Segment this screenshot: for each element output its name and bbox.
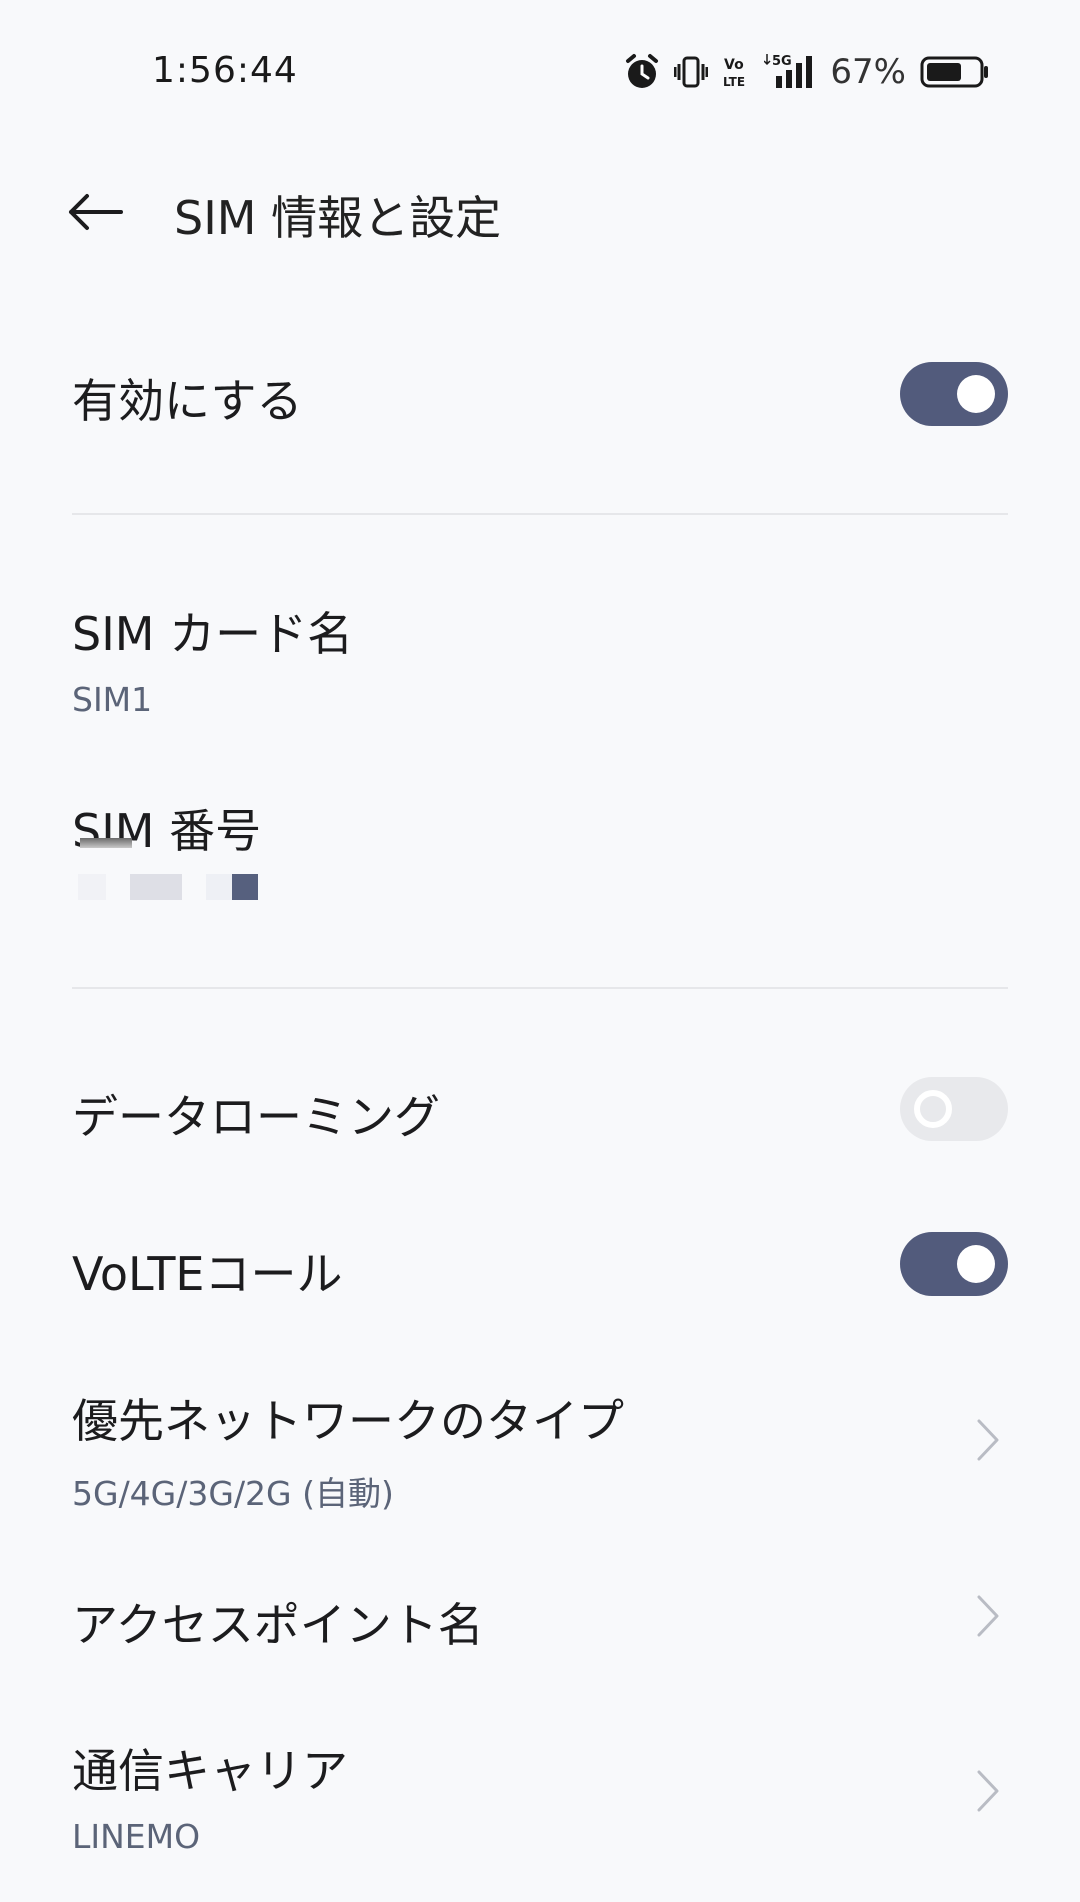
sim-settings-screen: 1:56:44 Vo LTE 5G 67% SIM 情報と設定 有効にする SI… — [0, 0, 1080, 1902]
chevron-right-icon — [968, 1410, 1008, 1470]
volte-call-toggle[interactable] — [900, 1232, 1008, 1296]
apn-row[interactable]: アクセスポイント名 — [72, 1589, 1008, 1655]
status-icons: Vo LTE 5G 67% — [624, 52, 990, 92]
svg-text:Vo: Vo — [724, 57, 744, 73]
sim-number-underline-artifact — [80, 838, 132, 848]
divider — [72, 513, 1008, 515]
toggle-knob — [914, 1090, 952, 1128]
toggle-knob — [957, 375, 995, 413]
app-header: SIM 情報と設定 — [0, 160, 1080, 260]
carrier-label: 通信キャリア — [72, 1744, 348, 1798]
alarm-icon — [624, 53, 660, 91]
signal-5g-icon: 5G — [764, 52, 816, 92]
battery-icon — [920, 54, 990, 90]
enable-toggle[interactable] — [900, 362, 1008, 426]
preferred-network-label: 優先ネットワークのタイプ — [72, 1394, 624, 1448]
volte-call-row[interactable]: VoLTEコール — [72, 1238, 1008, 1304]
data-roaming-label: データローミング — [72, 1090, 440, 1144]
page-title: SIM 情報と設定 — [174, 191, 502, 245]
sim-card-name-label: SIM カード名 — [72, 607, 354, 661]
preferred-network-value: 5G/4G/3G/2G (自動) — [72, 1474, 394, 1513]
chevron-right-icon — [968, 1586, 1008, 1646]
sim-number-row: SIM 番号 — [72, 795, 1008, 861]
carrier-value: LINEMO — [72, 1817, 201, 1856]
battery-percent: 67% — [830, 52, 906, 92]
vibrate-icon — [674, 54, 709, 90]
sim-number-redacted — [78, 874, 258, 900]
arrow-left-icon — [69, 194, 123, 230]
sim-card-name-value: SIM1 — [72, 680, 153, 719]
svg-text:LTE: LTE — [723, 75, 745, 89]
data-roaming-row[interactable]: データローミング — [72, 1081, 1008, 1147]
volte-icon: Vo LTE — [722, 54, 750, 90]
chevron-right-icon — [968, 1761, 1008, 1821]
enable-row[interactable]: 有効にする — [72, 365, 1008, 431]
volte-call-label: VoLTEコール — [72, 1247, 343, 1301]
apn-label: アクセスポイント名 — [72, 1598, 484, 1652]
enable-label: 有効にする — [72, 374, 303, 428]
data-roaming-toggle[interactable] — [900, 1077, 1008, 1141]
status-time: 1:56:44 — [152, 50, 298, 91]
toggle-knob — [957, 1245, 995, 1283]
carrier-row[interactable]: 通信キャリア LINEMO — [72, 1735, 1008, 1856]
svg-text:5G: 5G — [772, 54, 792, 69]
divider — [72, 987, 1008, 989]
status-bar: 1:56:44 Vo LTE 5G 67% — [0, 0, 1080, 140]
sim-card-name-row[interactable]: SIM カード名 SIM1 — [72, 598, 1008, 719]
sim-number-label: SIM 番号 — [72, 804, 262, 858]
preferred-network-row[interactable]: 優先ネットワークのタイプ 5G/4G/3G/2G (自動) — [72, 1385, 1008, 1515]
back-button[interactable] — [60, 182, 130, 242]
